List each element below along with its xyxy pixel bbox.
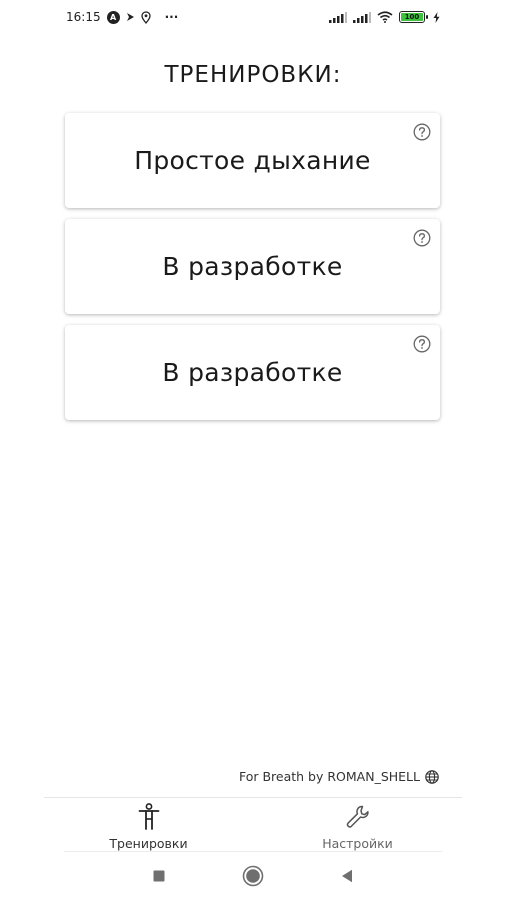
nav-bottom-line [64, 851, 442, 852]
status-left: 16:15 A ··· [66, 10, 178, 24]
page-title: ТРЕНИРОВКИ: [164, 62, 342, 88]
training-card-in-development[interactable]: В разработке [65, 325, 440, 420]
wifi-icon [377, 11, 393, 23]
circle-home-icon[interactable] [206, 865, 300, 887]
app-screen: 16:15 A ··· 100 ТРЕНИРОВКИ: Простое дыха… [0, 0, 506, 900]
badge-a-icon: A [106, 10, 120, 24]
signal-icon [353, 11, 371, 23]
help-circle-icon[interactable] [413, 335, 431, 353]
training-card-label: Простое дыхание [134, 146, 371, 175]
battery-level: 100 [401, 13, 423, 21]
nav-label: Настройки [322, 836, 393, 851]
training-card-simple-breathing[interactable]: Простое дыхание [65, 113, 440, 208]
credit-text: For Breath by ROMAN_SHELL [238, 769, 420, 784]
nav-item-trainings[interactable]: Тренировки [44, 798, 253, 852]
globe-icon [425, 769, 439, 784]
training-list: Простое дыхание В разработке В разработк… [65, 113, 440, 431]
status-right: 100 [329, 11, 440, 23]
square-recents-icon[interactable] [112, 870, 206, 882]
bottom-nav: Тренировки Настройки [44, 798, 462, 852]
location-pin-icon [140, 10, 151, 24]
app-credit[interactable]: For Breath by ROMAN_SHELL [239, 769, 439, 784]
wrench-icon [344, 802, 372, 832]
system-nav [0, 860, 506, 892]
help-circle-icon[interactable] [413, 229, 431, 247]
status-time: 16:15 [66, 10, 101, 24]
more-dots-icon: ··· [164, 10, 179, 24]
status-bar: 16:15 A ··· 100 [0, 0, 506, 34]
training-card-label: В разработке [162, 252, 343, 281]
training-card-label: В разработке [162, 358, 343, 387]
nav-item-settings[interactable]: Настройки [253, 798, 462, 852]
help-circle-icon[interactable] [413, 123, 431, 141]
signal-icon [329, 11, 347, 23]
navigation-icon [126, 12, 135, 22]
battery-icon: 100 [399, 11, 428, 23]
person-figure-icon [135, 802, 163, 832]
charging-bolt-icon [433, 11, 440, 23]
nav-label: Тренировки [109, 836, 188, 851]
training-card-in-development[interactable]: В разработке [65, 219, 440, 314]
triangle-back-icon[interactable] [300, 869, 394, 883]
